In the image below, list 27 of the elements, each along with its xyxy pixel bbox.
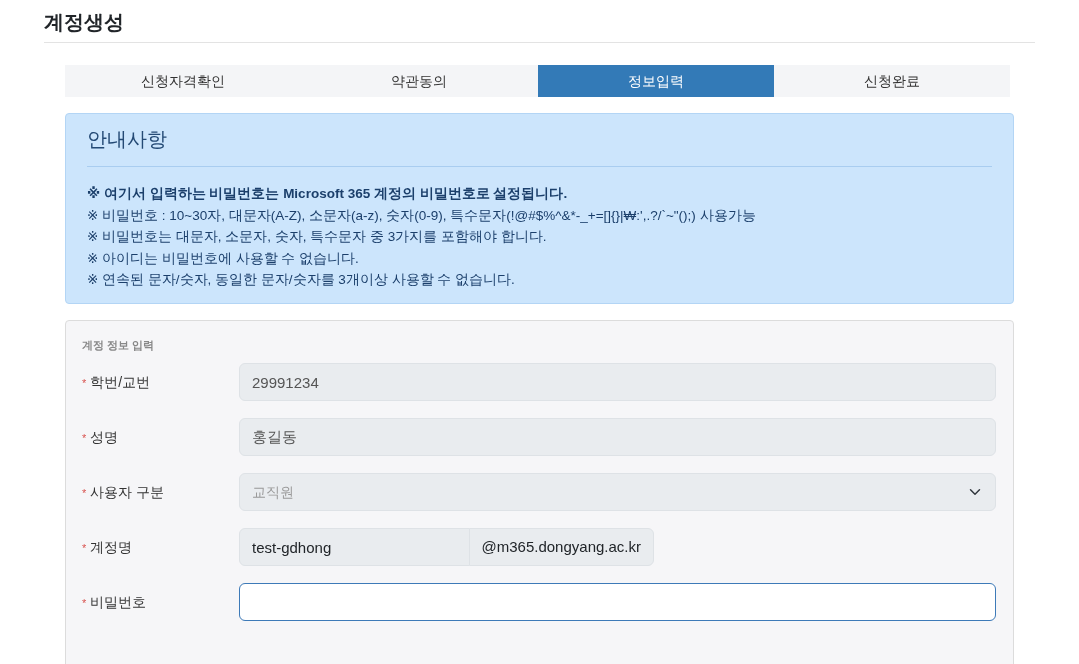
notice-line: ※ 연속된 문자/숫자, 동일한 문자/숫자를 3개이상 사용할 수 없습니다. [87,271,516,289]
step-tab[interactable]: 정보입력 [537,65,774,97]
required-asterisk: * [82,431,87,444]
field-label: 비밀번호 [90,593,147,610]
step-tab[interactable]: 신청자격확인 [65,65,302,97]
password-field[interactable] [239,583,996,621]
required-asterisk: * [82,541,87,554]
text-field[interactable]: 홍길동 [239,418,996,456]
form-legend: 계정 정보 입력 [82,336,997,353]
required-asterisk: * [82,596,87,609]
domain-suffix: @m365.dongyang.ac.kr [468,528,654,566]
notice-line: ※ 비밀번호는 대문자, 소문자, 숫자, 특수문자 중 3가지를 포함해야 합니다. [87,228,548,246]
step-tab[interactable]: 약관동의 [301,65,538,97]
notice-line: ※ 아이디는 비밀번호에 사용할 수 없습니다. [87,249,360,268]
text-field[interactable]: 29991234 [239,363,996,401]
notice-line: ※ 여기서 입력하는 비밀번호는 Microsoft 365 계정의 비밀번호로 설정됩니다. [87,185,569,203]
field-label: 성명 [90,428,119,445]
page-title: 계정생성 [44,10,1035,43]
step-tab[interactable]: 신청완료 [773,65,1010,97]
required-asterisk: * [82,376,87,389]
field-label: 학번/교번 [90,373,151,390]
required-asterisk: * [82,486,87,499]
notice-line: ※ 비밀번호 : 10~30자, 대문자(A-Z), 소문자(a-z), 숫자(0-9), 특수문자(!@#$%^&*-_+=[]{}|₩:',.?/`~"();) 사용가능 [87,206,757,225]
notice-title: 안내사항 [87,124,992,167]
account-field[interactable]: test-gdhong [239,528,470,566]
field-label: 사용자 구분 [90,483,165,500]
field-label: 계정명 [90,538,133,555]
